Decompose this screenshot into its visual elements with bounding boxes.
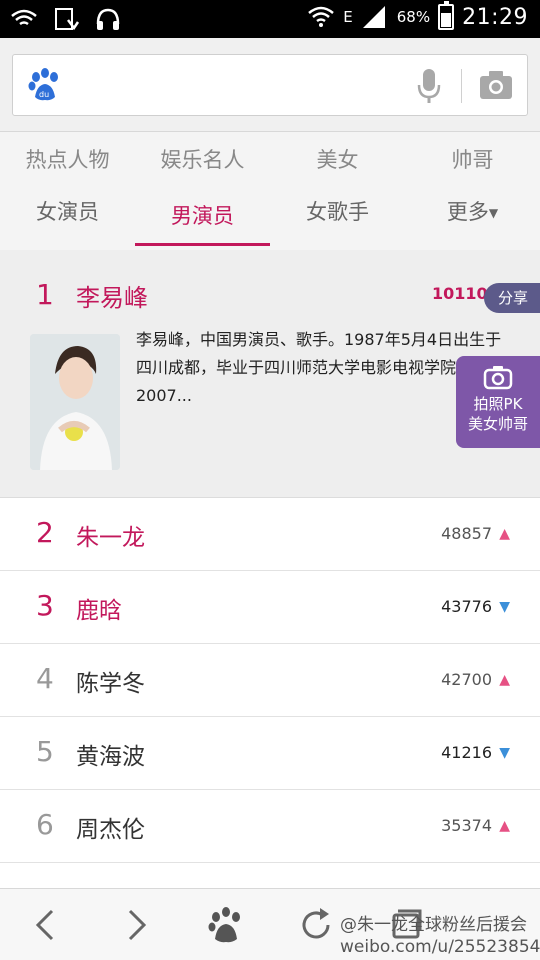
tab-celebrities[interactable]: 娱乐名人	[135, 142, 270, 178]
rank-name[interactable]: 鹿晗	[76, 591, 122, 625]
rank-count: 42700	[441, 670, 492, 689]
signal-icon	[362, 6, 385, 28]
rank-count: 35374	[441, 816, 492, 835]
tab-female-singers[interactable]: 女歌手	[270, 194, 405, 246]
search-box[interactable]: du	[12, 54, 528, 116]
rank-name[interactable]: 李易峰	[76, 278, 148, 313]
rank-row[interactable]: 6 周杰伦 35374 ▲	[0, 790, 540, 863]
tab-actors[interactable]: 男演员	[135, 194, 270, 246]
rank-name[interactable]: 朱一龙	[76, 518, 145, 552]
back-icon[interactable]	[26, 905, 66, 945]
trend-down-icon: ▼	[499, 745, 510, 761]
rank-row[interactable]: 3 鹿晗 43776 ▼	[0, 571, 540, 644]
rank-row[interactable]: 2 朱一龙 48857 ▲	[0, 498, 540, 571]
download-icon	[55, 8, 80, 31]
camera-icon	[483, 366, 513, 390]
wifi-icon	[308, 6, 335, 27]
photo-pk-button[interactable]: 拍照PK 美女帅哥	[456, 356, 540, 448]
rank-name[interactable]: 黄海波	[76, 737, 145, 771]
headphones-icon	[96, 8, 120, 30]
rank-number: 6	[36, 808, 54, 841]
forward-icon[interactable]	[116, 905, 156, 945]
category-row-2: 女演员 男演员 女歌手 更多▼	[0, 194, 540, 246]
clock: 21:29	[462, 4, 528, 30]
rank-row[interactable]: 5 黄海波 41216 ▼	[0, 717, 540, 790]
search-input[interactable]	[73, 65, 403, 105]
portrait-image	[30, 334, 120, 470]
tab-actresses[interactable]: 女演员	[0, 194, 135, 246]
watermark: @朱一龙全球粉丝后援会 weibo.com/u/2552385440	[340, 914, 540, 958]
rank-number: 2	[36, 516, 54, 549]
battery-percent: 68%	[396, 8, 431, 26]
category-tabs: 热点人物 娱乐名人 美女 帅哥 女演员 男演员 女歌手 更多▼	[0, 132, 540, 250]
camera-icon[interactable]	[478, 69, 514, 101]
network-badge: E	[343, 8, 353, 26]
microphone-icon[interactable]	[415, 67, 443, 105]
avatar[interactable]	[30, 334, 120, 470]
wifi-question-icon	[11, 9, 37, 26]
trend-down-icon: ▼	[499, 599, 510, 615]
tab-beauties[interactable]: 美女	[270, 142, 405, 178]
rank-count: 10110	[432, 284, 488, 303]
tab-handsome[interactable]: 帅哥	[405, 142, 540, 178]
baidu-home-icon[interactable]	[206, 905, 246, 945]
rank-name[interactable]: 陈学冬	[76, 664, 145, 698]
rank-row[interactable]: 4 陈学冬 42700 ▲	[0, 644, 540, 717]
trend-up-icon: ▲	[499, 818, 510, 834]
photo-pk-line2: 美女帅哥	[467, 415, 528, 433]
status-bar: E 68% 21:29	[0, 0, 540, 38]
tab-more-label: 更多	[446, 200, 489, 224]
rank-number: 4	[36, 662, 54, 695]
rank-number: 1	[36, 278, 54, 311]
trend-up-icon: ▲	[499, 672, 510, 688]
category-row-1: 热点人物 娱乐名人 美女 帅哥	[0, 142, 540, 178]
photo-pk-line1: 拍照PK	[473, 395, 523, 413]
share-button[interactable]: 分享	[484, 283, 540, 313]
rank-count: 48857	[441, 524, 492, 543]
trend-up-icon: ▲	[499, 526, 510, 542]
rank-count: 41216	[441, 743, 492, 762]
rank-number: 5	[36, 735, 54, 768]
tab-more[interactable]: 更多▼	[405, 194, 540, 246]
watermark-line1: @朱一龙全球粉丝后援会	[340, 915, 527, 935]
svg-text:du: du	[39, 90, 49, 99]
refresh-icon[interactable]	[296, 905, 336, 945]
rank-count: 43776	[441, 597, 492, 616]
rank-number: 3	[36, 589, 54, 622]
battery-icon	[438, 1, 455, 30]
search-divider	[461, 69, 462, 103]
watermark-line2: weibo.com/u/2552385440	[340, 937, 540, 957]
rank-name[interactable]: 周杰伦	[76, 810, 145, 844]
caret-down-icon: ▼	[488, 206, 499, 220]
tab-hot-people[interactable]: 热点人物	[0, 142, 135, 178]
search-bar: du	[0, 38, 540, 132]
baidu-paw-icon[interactable]: du	[27, 67, 63, 103]
